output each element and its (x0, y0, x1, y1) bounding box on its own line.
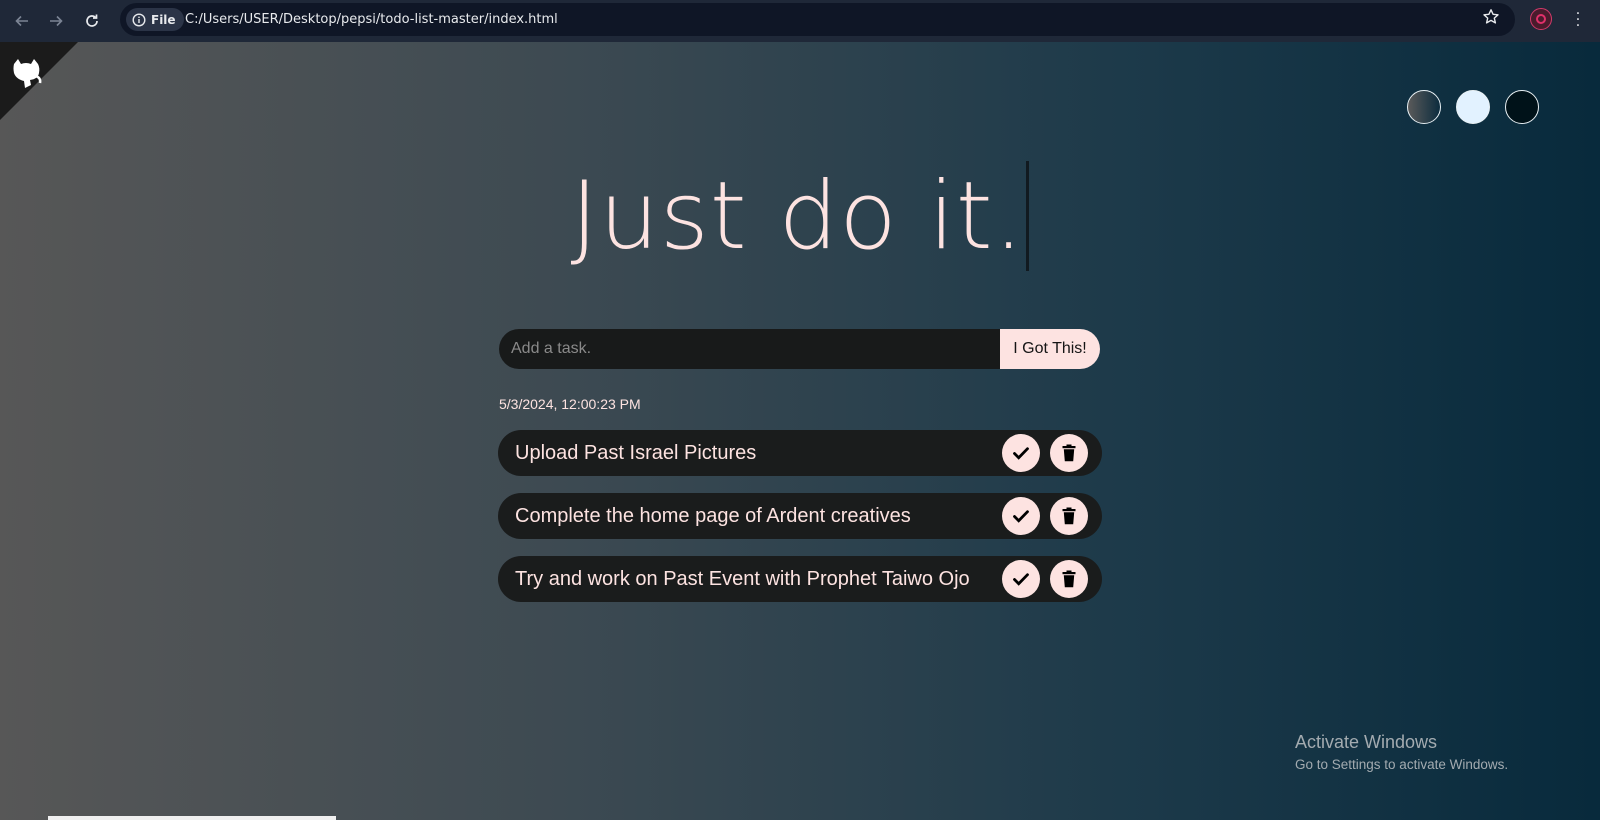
bookmark-star-icon[interactable] (1482, 8, 1500, 26)
delete-button[interactable] (1050, 434, 1088, 472)
trash-icon (1062, 444, 1076, 462)
watermark-subtitle: Go to Settings to activate Windows. (1295, 757, 1509, 772)
todo-actions (1002, 560, 1088, 598)
check-button[interactable] (1002, 434, 1040, 472)
watermark-title: Activate Windows (1295, 732, 1438, 752)
check-button[interactable] (1002, 497, 1040, 535)
check-icon (1013, 510, 1029, 523)
taskbar-edge (48, 816, 336, 820)
forward-button[interactable] (44, 9, 68, 33)
todo-text: Complete the home page of Ardent creativ… (515, 504, 911, 527)
todo-list: Upload Past Israel Pictures Complete the… (498, 430, 1102, 619)
delete-button[interactable] (1050, 497, 1088, 535)
address-bar[interactable]: File C:/Users/USER/Desktop/pepsi/todo-li… (120, 3, 1515, 36)
delete-button[interactable] (1050, 560, 1088, 598)
todo-text: Try and work on Past Event with Prophet … (515, 567, 970, 590)
check-icon (1013, 573, 1029, 586)
theme-standard-button[interactable] (1407, 90, 1441, 124)
file-chip-label: File (151, 12, 176, 27)
browser-menu-icon[interactable]: · · · (1570, 7, 1586, 33)
browser-toolbar: File C:/Users/USER/Desktop/pepsi/todo-li… (0, 0, 1600, 43)
github-octocat-icon[interactable] (8, 54, 44, 90)
theme-selector (1407, 90, 1539, 124)
check-button[interactable] (1002, 560, 1040, 598)
theme-light-button[interactable] (1456, 90, 1490, 124)
trash-icon (1062, 570, 1076, 588)
page-title: Just do it. (0, 161, 1600, 277)
trash-icon (1062, 507, 1076, 525)
arrow-left-icon (15, 15, 28, 27)
todo-page: Just do it. I Got This! 5/3/2024, 12:00:… (0, 42, 1600, 820)
reload-button[interactable] (80, 9, 104, 33)
windows-activation-watermark: Activate Windows Go to Settings to activ… (1295, 732, 1508, 772)
back-button[interactable] (10, 9, 34, 33)
url-text[interactable]: C:/Users/USER/Desktop/pepsi/todo-list-ma… (185, 3, 558, 36)
profile-avatar[interactable] (1530, 8, 1552, 30)
title-text: Just do it. (570, 162, 1025, 271)
add-task-form: I Got This! (499, 329, 1100, 369)
todo-actions (1002, 497, 1088, 535)
profile-avatar-icon (1536, 14, 1546, 24)
theme-darker-button[interactable] (1505, 90, 1539, 124)
todo-item: Complete the home page of Ardent creativ… (498, 493, 1102, 539)
todo-actions (1002, 434, 1088, 472)
datetime-label: 5/3/2024, 12:00:23 PM (499, 396, 641, 412)
reload-icon (86, 14, 98, 27)
todo-text: Upload Past Israel Pictures (515, 441, 757, 464)
todo-item: Upload Past Israel Pictures (498, 430, 1102, 476)
typing-cursor (1026, 161, 1030, 271)
add-task-button[interactable]: I Got This! (1000, 329, 1100, 369)
arrow-right-icon (50, 15, 63, 27)
task-input[interactable] (499, 329, 1000, 369)
site-info-chip[interactable]: File (126, 8, 184, 31)
todo-item: Try and work on Past Event with Prophet … (498, 556, 1102, 602)
info-icon (132, 12, 146, 27)
check-icon (1013, 447, 1029, 460)
